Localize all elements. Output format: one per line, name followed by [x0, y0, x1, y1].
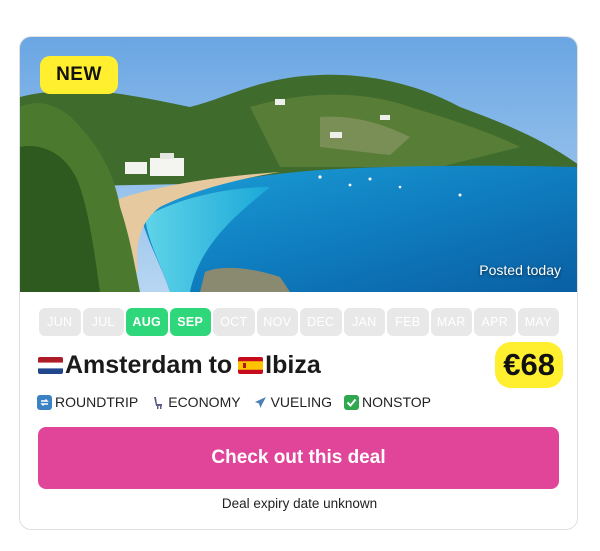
tag-airline: VUELING [253, 394, 332, 410]
month-aug[interactable]: AUG [126, 308, 168, 336]
netherlands-flag-icon [38, 356, 63, 374]
tag-label: ROUNDTRIP [55, 394, 139, 410]
month-feb[interactable]: FEB [387, 308, 429, 336]
month-jun[interactable]: JUN [39, 308, 81, 336]
seat-icon [150, 395, 165, 410]
month-dec[interactable]: DEC [300, 308, 342, 336]
route-connector: to [208, 350, 233, 379]
month-nov[interactable]: NOV [256, 308, 298, 336]
expiry-note: Deal expiry date unknown [221, 496, 378, 511]
repeat-icon [37, 394, 52, 410]
tag-nonstop: NONSTOP [344, 394, 431, 410]
destination-city: Ibiza [265, 350, 321, 379]
posted-label: Posted today [479, 262, 561, 278]
check-out-deal-button[interactable]: Check out this deal [38, 427, 559, 489]
price-badge: €68 [495, 342, 563, 388]
tag-roundtrip: ROUNDTRIP [37, 394, 138, 410]
tag-label: VUELING [270, 394, 333, 410]
route-title: Amsterdam to Ibiza [38, 345, 321, 385]
deal-tags: ROUNDTRIP ECONOMY VUELING NONSTOP [37, 394, 431, 410]
origin-city: Amsterdam [65, 350, 203, 379]
month-oct[interactable]: OCT [213, 308, 255, 336]
month-jan[interactable]: JAN [343, 308, 385, 336]
airplane-icon [253, 395, 268, 410]
month-selector: JUN JUL AUG SEP OCT NOV DEC JAN FEB MAR … [39, 308, 559, 336]
spain-flag-icon [238, 356, 264, 374]
tag-economy: ECONOMY [150, 394, 241, 410]
new-badge: NEW [40, 56, 118, 94]
month-apr[interactable]: APR [474, 308, 516, 336]
tag-label: ECONOMY [168, 394, 241, 410]
month-mar[interactable]: MAR [430, 308, 472, 336]
month-sep[interactable]: SEP [169, 308, 211, 336]
month-may[interactable]: MAY [517, 308, 559, 336]
destination-photo[interactable]: NEW Posted today [20, 37, 577, 292]
month-jul[interactable]: JUL [82, 308, 124, 336]
check-icon [344, 394, 360, 410]
tag-label: NONSTOP [362, 394, 432, 410]
deal-card[interactable]: NEW Posted today JUN JUL AUG SEP OCT NOV… [19, 36, 578, 530]
